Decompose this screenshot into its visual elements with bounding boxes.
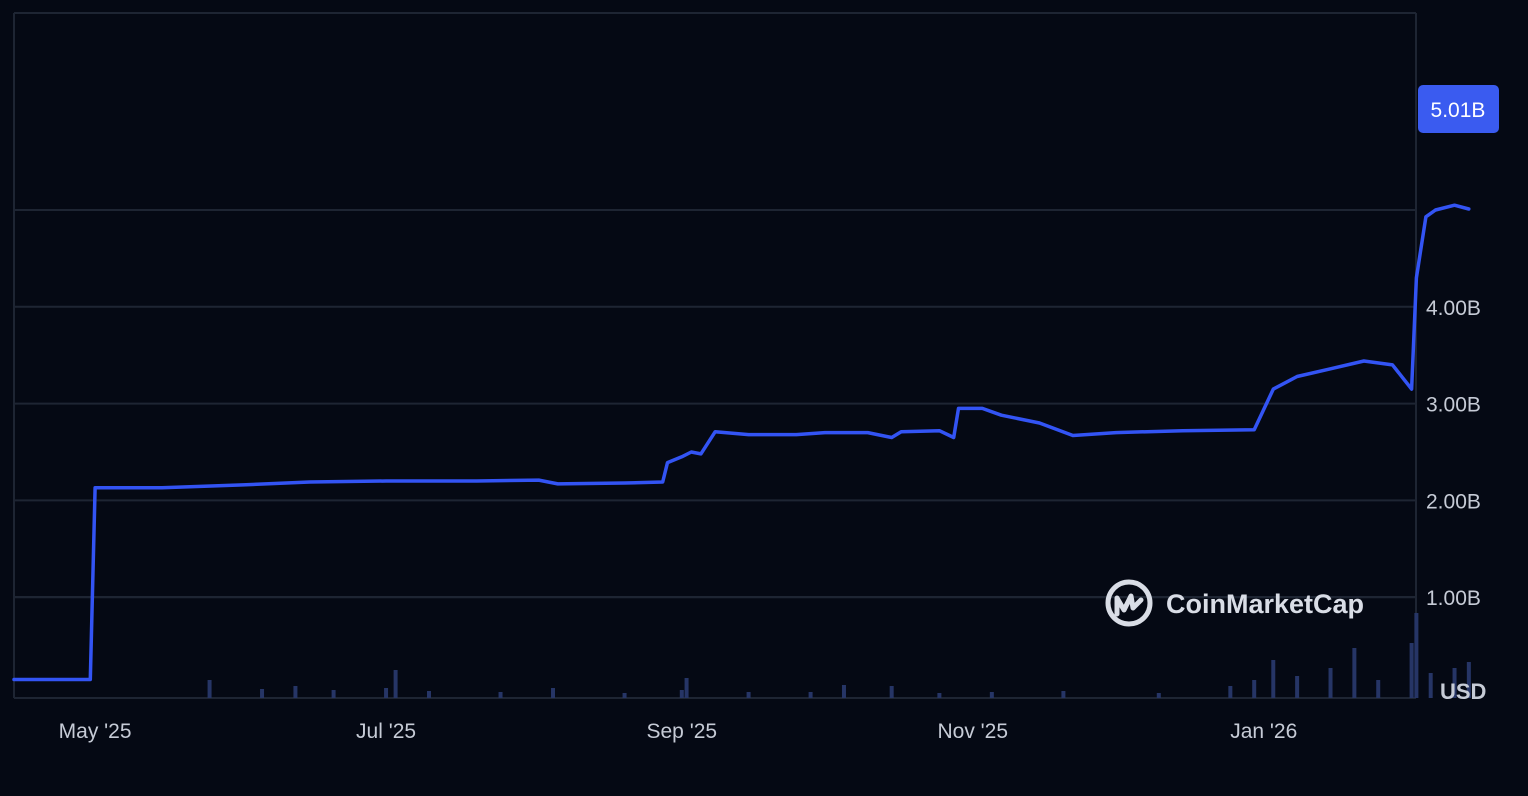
volume-bar xyxy=(331,690,336,698)
volume-bar xyxy=(1228,686,1233,698)
x-tick-label: Jul '25 xyxy=(356,720,416,743)
x-tick-label: Sep '25 xyxy=(647,720,718,743)
volume-bar xyxy=(1295,676,1300,698)
current-value-badge: 5.01B xyxy=(1418,85,1499,133)
volume-bar xyxy=(937,693,942,698)
volume-bar xyxy=(1252,680,1257,698)
volume-bar xyxy=(293,686,298,698)
x-tick-label: May '25 xyxy=(59,720,132,743)
watermark-text: CoinMarketCap xyxy=(1166,589,1364,619)
volume-bar xyxy=(384,688,389,698)
y-tick-label: 2.00B xyxy=(1426,490,1481,513)
chart-container: CoinMarketCap 1.00B 2.00B 3.00B 4.00B May '… xyxy=(0,0,1528,796)
currency-label: USD xyxy=(1440,679,1486,704)
chart-svg: CoinMarketCap 1.00B 2.00B 3.00B 4.00B May '… xyxy=(0,0,1528,796)
volume-bar xyxy=(1414,613,1419,698)
volume-bar xyxy=(808,692,813,698)
volume-bar xyxy=(989,692,994,698)
y-tick-label: 3.00B xyxy=(1426,394,1481,417)
volume-bar xyxy=(1271,660,1276,698)
volume-bar xyxy=(746,692,751,698)
y-tick-label: 4.00B xyxy=(1426,297,1481,320)
volume-bar xyxy=(679,690,684,698)
volume-bar xyxy=(1376,680,1381,698)
volume-bar xyxy=(1352,648,1357,698)
volume-bar xyxy=(551,688,556,698)
volume-bar xyxy=(1428,673,1433,698)
y-tick-label: 1.00B xyxy=(1426,587,1481,610)
volume-bar xyxy=(393,670,398,698)
volume-bar xyxy=(1328,668,1333,698)
volume-bar xyxy=(684,678,689,698)
volume-bar xyxy=(841,685,846,698)
volume-bar xyxy=(260,689,265,698)
x-tick-label: Jan '26 xyxy=(1230,720,1297,743)
volume-bar xyxy=(622,693,627,698)
volume-bar xyxy=(426,691,431,698)
x-tick-label: Nov '25 xyxy=(937,720,1008,743)
volume-bar xyxy=(498,692,503,698)
current-value-text: 5.01B xyxy=(1431,99,1486,122)
volume-bar xyxy=(1061,691,1066,698)
volume-bar xyxy=(207,680,212,698)
volume-bar xyxy=(1156,693,1161,698)
volume-bar xyxy=(1409,643,1414,698)
volume-bar xyxy=(889,686,894,698)
